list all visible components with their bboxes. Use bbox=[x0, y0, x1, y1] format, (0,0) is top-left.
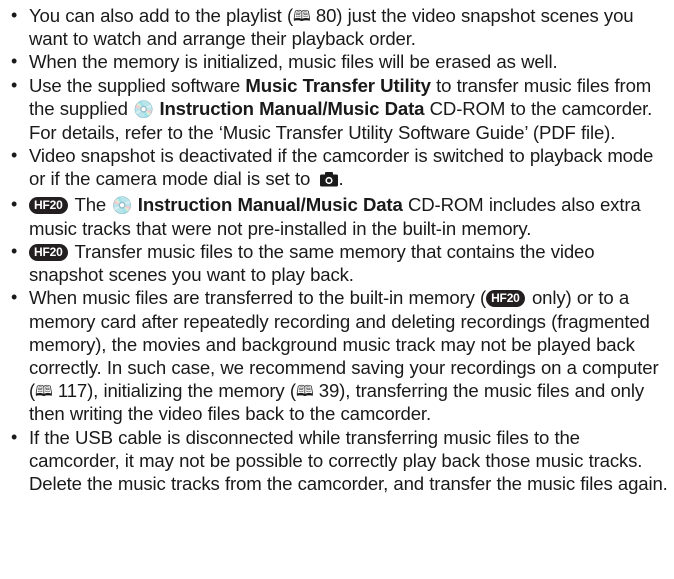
page-reference: 117) bbox=[52, 380, 94, 402]
item-text: . bbox=[338, 168, 344, 190]
disc-name: Instruction Manual/Music Data bbox=[137, 193, 403, 215]
disc-icon: 💿 bbox=[111, 195, 133, 215]
item-text: Transfer music files to the same memory … bbox=[29, 241, 595, 286]
notes-list: You can also add to the playlist (🕮 80) … bbox=[8, 4, 668, 495]
item-text: When music files are transferred to the … bbox=[29, 287, 487, 309]
book-icon: 🕮 bbox=[35, 383, 53, 401]
disc-name: Instruction Manual/Music Data bbox=[159, 97, 425, 119]
item-text: The bbox=[69, 193, 112, 215]
list-item: HF20 Transfer music files to the same me… bbox=[8, 240, 668, 286]
disc-icon: 💿 bbox=[133, 99, 155, 119]
model-badge: HF20 bbox=[486, 290, 525, 308]
list-item: You can also add to the playlist (🕮 80) … bbox=[8, 4, 668, 50]
item-text: When the memory is initialized, music fi… bbox=[29, 51, 558, 73]
page-reference: 39) bbox=[313, 380, 346, 402]
model-badge: HF20 bbox=[29, 244, 68, 262]
book-icon: 🕮 bbox=[295, 383, 314, 401]
item-text: You can also add to the playlist ( bbox=[29, 5, 294, 26]
list-item: Video snapshot is deactivated if the cam… bbox=[8, 144, 668, 192]
list-item: Use the supplied software Music Transfer… bbox=[8, 74, 668, 145]
list-item: When the memory is initialized, music fi… bbox=[8, 50, 668, 73]
manual-page: You can also add to the playlist (🕮 80) … bbox=[0, 0, 674, 579]
item-text: If the USB cable is disconnected while t… bbox=[29, 426, 668, 495]
list-item: HF20 The 💿 Instruction Manual/Music Data… bbox=[8, 193, 668, 240]
model-badge: HF20 bbox=[29, 196, 68, 214]
book-icon: 🕮 bbox=[293, 8, 311, 25]
list-item: If the USB cable is disconnected while t… bbox=[8, 426, 668, 496]
list-item: When music files are transferred to the … bbox=[8, 286, 668, 425]
item-text: , initializing the memory ( bbox=[93, 380, 296, 402]
software-name: Music Transfer Utility bbox=[245, 74, 431, 96]
item-text: Use the supplied software bbox=[29, 74, 246, 96]
camera-icon bbox=[319, 169, 339, 192]
page-reference: 80) bbox=[310, 5, 343, 26]
